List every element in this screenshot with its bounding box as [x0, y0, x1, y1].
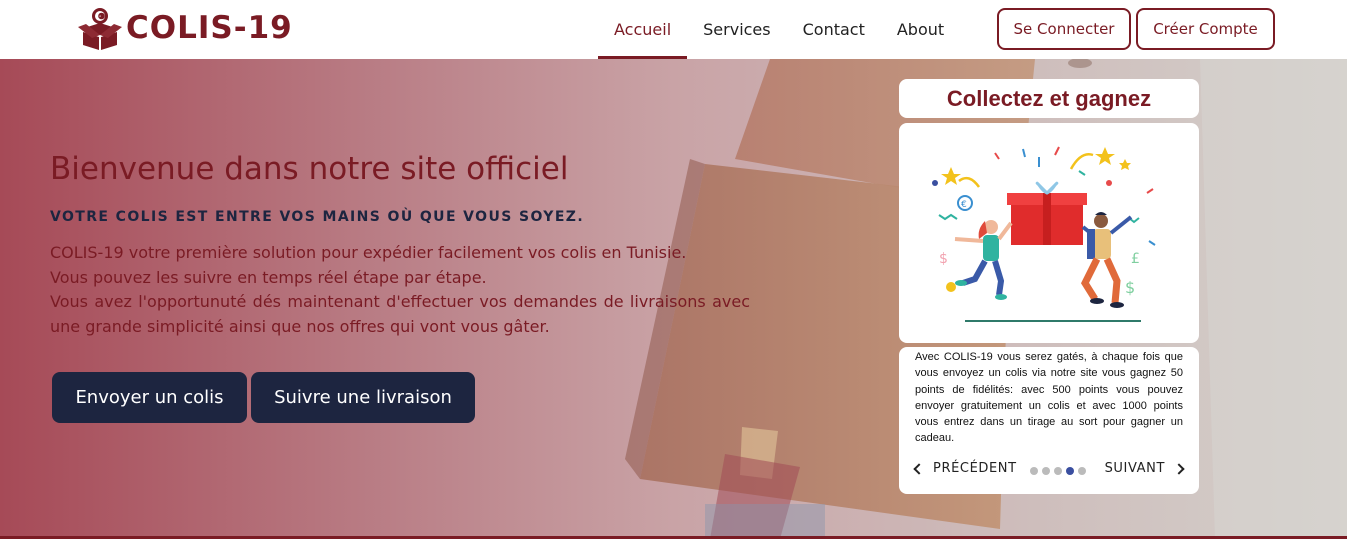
- brand-name: COLIS-19: [126, 10, 293, 46]
- login-button[interactable]: Se Connecter: [997, 8, 1131, 50]
- carousel-dot[interactable]: [1030, 467, 1038, 475]
- hero-subtitle: VOTRE COLIS EST ENTRE VOS MAINS OÙ QUE V…: [50, 209, 585, 225]
- nav-link-about[interactable]: About: [881, 0, 960, 59]
- package-logo-icon: [78, 5, 124, 51]
- svg-text:$: $: [939, 251, 948, 267]
- carousel-prev-button[interactable]: PRÉCÉDENT: [913, 461, 1017, 476]
- hero-title: Bienvenue dans notre site officiel: [50, 151, 569, 187]
- track-delivery-button[interactable]: Suivre une livraison: [251, 372, 475, 423]
- carousel-dot[interactable]: [1078, 467, 1086, 475]
- svg-text:£: £: [1131, 251, 1140, 267]
- signup-button[interactable]: Créer Compte: [1136, 8, 1275, 50]
- carousel-indicators: [1030, 467, 1086, 475]
- hero-section: Bienvenue dans notre site officiel VOTRE…: [0, 59, 1347, 539]
- nav-link-accueil[interactable]: Accueil: [598, 0, 688, 59]
- gift-celebration-illustration: € $ £ $: [899, 123, 1199, 343]
- svg-text:$: $: [1125, 278, 1135, 297]
- chevron-left-icon: [913, 462, 925, 475]
- carousel-text: Avec COLIS-19 vous serez gatés, à chaque…: [915, 351, 1183, 445]
- navbar: COLIS-19 Accueil Services Contact About …: [0, 0, 1347, 59]
- brand-logo[interactable]: COLIS-19: [78, 4, 293, 52]
- carousel-dot[interactable]: [1054, 467, 1062, 475]
- nav-link-services[interactable]: Services: [687, 0, 786, 59]
- nav-link-contact[interactable]: Contact: [787, 0, 881, 59]
- hero-description-line: Vous pouvez les suivre en temps réel éta…: [50, 267, 487, 287]
- carousel-next-button[interactable]: SUIVANT: [1104, 461, 1185, 476]
- send-parcel-button[interactable]: Envoyer un colis: [52, 372, 247, 423]
- carousel-dot[interactable]: [1042, 467, 1050, 475]
- carousel-card: Avec COLIS-19 vous serez gatés, à chaque…: [899, 347, 1199, 494]
- hero-description: COLIS-19 votre première solution pour ex…: [50, 241, 750, 339]
- hero-description-line: COLIS-19 votre première solution pour ex…: [50, 243, 687, 262]
- carousel-prev-label: PRÉCÉDENT: [933, 461, 1017, 476]
- chevron-right-icon: [1173, 462, 1185, 475]
- carousel-next-label: SUIVANT: [1104, 461, 1165, 476]
- carousel-dot-active[interactable]: [1066, 467, 1074, 475]
- hero-description-line: Vous avez l'opportunuté dés maintenant d…: [50, 292, 750, 336]
- main-nav: Accueil Services Contact About: [598, 0, 960, 59]
- svg-text:€: €: [961, 200, 967, 210]
- carousel-title: Collectez et gagnez: [899, 79, 1199, 118]
